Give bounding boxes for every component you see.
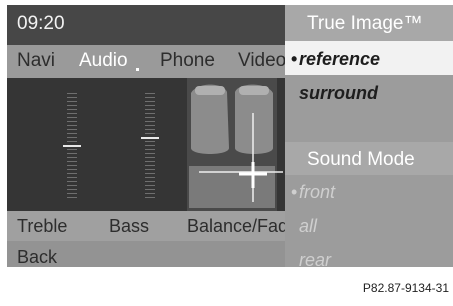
- slider-tick: [145, 193, 155, 194]
- slider-knob[interactable]: [141, 137, 159, 139]
- slider-tick: [145, 93, 155, 94]
- slider-tick: [145, 101, 155, 102]
- slider-tick: [145, 165, 155, 166]
- slider-tick: [67, 181, 77, 182]
- slider-tick: [67, 93, 77, 94]
- slider-knob[interactable]: [63, 145, 81, 147]
- headrest-left: [195, 86, 225, 95]
- slider-tick: [145, 129, 155, 130]
- slider-tick: [67, 137, 77, 138]
- slider-tick: [145, 157, 155, 158]
- slider-tick: [145, 109, 155, 110]
- slider-tick: [67, 129, 77, 130]
- slider-tick: [145, 169, 155, 170]
- slider-tick: [145, 97, 155, 98]
- balance-fader-seat-graphic[interactable]: [173, 78, 285, 211]
- slider-tick: [67, 165, 77, 166]
- slider-tick: [67, 149, 77, 150]
- audio-screen: 09:20 Navi Audio Phone Video Treble Bass…: [7, 5, 453, 283]
- reference-code: P82.87-9134-31: [362, 281, 449, 295]
- slider-tick: [145, 121, 155, 122]
- slider-tick: [67, 169, 77, 170]
- tab-phone[interactable]: Phone: [160, 50, 215, 72]
- slider-tick: [145, 173, 155, 174]
- true-image-title: True Image™: [307, 13, 423, 34]
- slider-tick: [67, 141, 77, 142]
- slider-tick: [67, 161, 77, 162]
- slider-tick: [145, 105, 155, 106]
- slider-tick: [145, 117, 155, 118]
- slider-tick: [145, 153, 155, 154]
- slider-tick: [145, 133, 155, 134]
- slider-tick: [67, 193, 77, 194]
- slider-tick: [67, 113, 77, 114]
- slider-tick: [145, 145, 155, 146]
- mode-all[interactable]: all: [299, 216, 317, 237]
- clock: 09:20: [17, 13, 65, 34]
- slider-tick: [145, 189, 155, 190]
- option-surround[interactable]: surround: [299, 83, 378, 104]
- slider-tick: [67, 197, 77, 198]
- slider-tick: [67, 153, 77, 154]
- slider-tick: [67, 157, 77, 158]
- mode-bullet: •: [291, 182, 298, 202]
- slider-tick: [67, 125, 77, 126]
- headrest-right: [239, 86, 269, 95]
- back-button[interactable]: Back: [17, 247, 57, 268]
- sound-mode-title: Sound Mode: [307, 149, 415, 170]
- slider-tick: [67, 133, 77, 134]
- slider-tick: [145, 141, 155, 142]
- bass-slider[interactable]: [141, 93, 159, 211]
- tab-video[interactable]: Video: [238, 50, 286, 72]
- tab-navi[interactable]: Navi: [17, 50, 55, 72]
- slider-tick: [145, 185, 155, 186]
- selected-bullet: •: [291, 49, 298, 69]
- slider-tick: [145, 161, 155, 162]
- slider-tick: [67, 101, 77, 102]
- slider-tick: [67, 185, 77, 186]
- slider-tick: [67, 109, 77, 110]
- slider-tick: [67, 173, 77, 174]
- seat-front-left: [191, 84, 229, 154]
- bass-label[interactable]: Bass: [109, 216, 149, 237]
- slider-tick: [67, 117, 77, 118]
- mode-front[interactable]: front: [299, 182, 335, 203]
- slider-tick: [67, 105, 77, 106]
- slider-tick: [67, 189, 77, 190]
- treble-slider[interactable]: [63, 93, 81, 211]
- slider-tick: [67, 121, 77, 122]
- slider-tick: [67, 177, 77, 178]
- slider-tick: [145, 181, 155, 182]
- seat-front-right: [235, 84, 273, 154]
- treble-label[interactable]: Treble: [17, 216, 67, 237]
- active-tab-dot: [136, 68, 139, 71]
- tab-audio[interactable]: Audio: [79, 50, 128, 72]
- slider-tick: [145, 177, 155, 178]
- slider-tick: [145, 149, 155, 150]
- true-image-panel: True Image™ • reference surround Sound M…: [285, 5, 453, 283]
- slider-tick: [145, 197, 155, 198]
- sound-settings-area: [7, 78, 285, 211]
- slider-tick: [67, 97, 77, 98]
- slider-tick: [145, 113, 155, 114]
- slider-tick: [145, 125, 155, 126]
- option-reference[interactable]: reference: [299, 49, 380, 70]
